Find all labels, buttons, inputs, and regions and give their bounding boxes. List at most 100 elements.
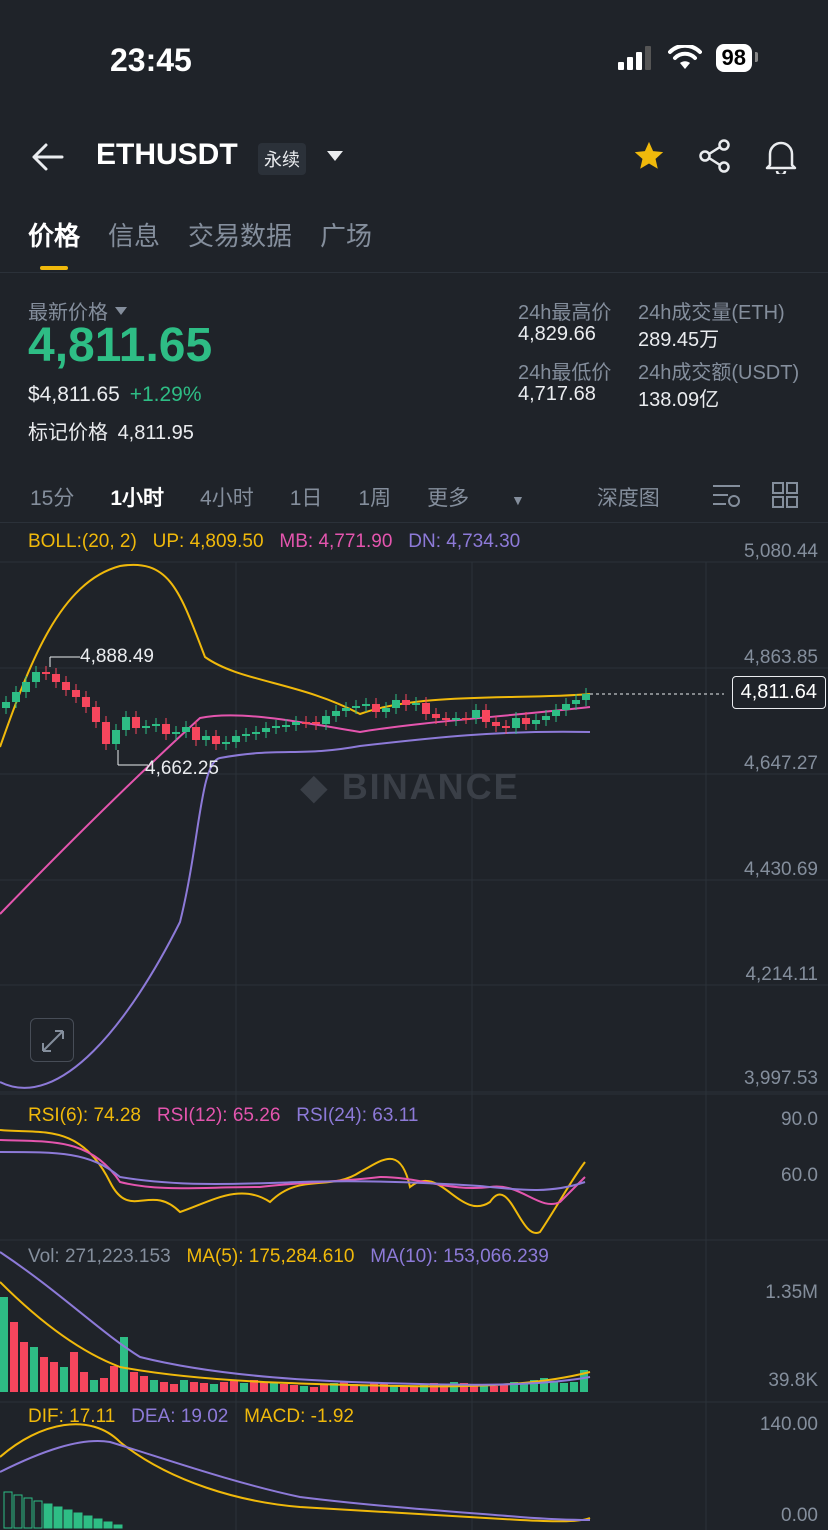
volume-bar	[80, 1372, 88, 1392]
volume-bar	[30, 1347, 38, 1392]
macd-histogram-bar	[73, 1512, 83, 1529]
low-marker-line	[117, 750, 148, 766]
candle-body	[62, 682, 70, 690]
candle-body	[252, 732, 260, 734]
volume-bar	[50, 1362, 58, 1392]
volume-bar	[200, 1383, 208, 1392]
price-axis-label: 4,863.85	[744, 647, 818, 668]
volume-bar	[230, 1381, 238, 1392]
macd-histogram-bar	[13, 1494, 23, 1529]
candle-body	[392, 700, 400, 708]
tab-trading-data[interactable]: 交易数据	[188, 216, 292, 253]
chevron-down-icon[interactable]	[326, 150, 344, 162]
candle-body	[562, 704, 570, 710]
high-marker-line	[49, 656, 80, 667]
volume-bar	[270, 1383, 278, 1392]
volume-bar	[240, 1383, 248, 1392]
interval-1w[interactable]: 1周	[358, 482, 391, 512]
candle-body	[262, 728, 270, 732]
candle-body	[362, 704, 370, 706]
status-time: 23:45	[110, 42, 192, 78]
candle-body	[462, 718, 470, 720]
candle-body	[582, 694, 590, 700]
candle-body	[122, 717, 130, 730]
last-price: 4,811.65	[28, 319, 213, 372]
layout-grid-icon[interactable]	[772, 482, 798, 508]
volume-bar	[210, 1384, 218, 1392]
price-axis-label: 4,214.11	[745, 964, 818, 985]
candle-body	[52, 674, 60, 682]
volume-bar	[570, 1382, 578, 1392]
candle-body	[352, 706, 360, 708]
price-axis-label: 3,997.53	[744, 1068, 818, 1089]
caret-down-icon	[115, 306, 127, 315]
mark-price-row: 标记价格 4,811.95	[28, 416, 194, 445]
candle-body	[412, 703, 420, 705]
volume-ma10-line	[0, 1251, 591, 1386]
interval-more[interactable]: 更多 ▼	[427, 482, 561, 512]
volume-legend: Vol: 271,223.153 MA(5): 175,284.610 MA(1…	[28, 1246, 549, 1268]
interval-15m[interactable]: 15分	[30, 482, 74, 512]
candle-body	[212, 736, 220, 744]
depth-chart-tab[interactable]: 深度图	[597, 482, 660, 512]
volume-bar	[190, 1382, 198, 1392]
volume-bar	[90, 1380, 98, 1392]
interval-1h[interactable]: 1小时	[110, 482, 164, 512]
price-axis-label: 4,647.27	[744, 753, 818, 774]
high-value: 4,829.66	[518, 323, 596, 345]
pair-title[interactable]: ETHUSDT	[96, 138, 238, 172]
low-marker-label: 4,662.25	[145, 758, 219, 779]
candle-body	[22, 682, 30, 692]
volume-bar	[20, 1342, 28, 1392]
candle-body	[42, 672, 50, 674]
candle-body	[32, 672, 40, 682]
candle-body	[492, 722, 500, 726]
bell-icon[interactable]	[764, 138, 798, 174]
tab-underline	[40, 266, 68, 270]
candle-body	[12, 692, 20, 702]
kline-chart[interactable]	[0, 522, 828, 1530]
candle-body	[302, 722, 310, 724]
volume-bar	[150, 1380, 158, 1392]
volume-ma10: MA(10): 153,066.239	[370, 1246, 549, 1267]
volume-bar	[290, 1385, 298, 1392]
star-icon[interactable]	[632, 139, 666, 173]
interval-1d[interactable]: 1日	[290, 482, 323, 512]
macd-dea-line	[0, 1440, 591, 1521]
rsi-legend: RSI(6): 74.28 RSI(12): 65.26 RSI(24): 63…	[28, 1105, 418, 1127]
volume-bars	[0, 1251, 591, 1392]
macd-legend: DIF: 17.11 DEA: 19.02 MACD: -1.92	[28, 1406, 354, 1428]
candle-body	[82, 697, 90, 707]
macd-histogram-bar	[93, 1518, 103, 1529]
candle-body	[152, 724, 160, 726]
volume-bar	[310, 1387, 318, 1392]
volume-ma5: MA(5): 175,284.610	[186, 1246, 355, 1267]
low-label: 24h最低价	[518, 362, 612, 384]
price-change: +1.29%	[129, 383, 202, 406]
volume-value: Vol: 271,223.153	[28, 1246, 171, 1267]
candle-body	[372, 704, 380, 712]
candle-body	[472, 710, 480, 718]
candle-body	[272, 726, 280, 728]
volume-bar	[110, 1366, 118, 1392]
expand-chart-button[interactable]	[30, 1018, 74, 1062]
volume-bar	[10, 1322, 18, 1392]
macd-histogram-bar	[23, 1497, 33, 1529]
candle-body	[202, 736, 210, 740]
share-icon[interactable]	[698, 139, 732, 173]
tab-info[interactable]: 信息	[108, 216, 160, 253]
candle-body	[402, 700, 410, 705]
tab-square[interactable]: 广场	[320, 216, 372, 253]
price-axis-label: 4,430.69	[744, 859, 818, 880]
macd-histogram-bar	[43, 1503, 53, 1529]
rsi-axis-label: 90.0	[781, 1109, 818, 1130]
candle-body	[442, 718, 450, 720]
tab-price[interactable]: 价格	[28, 216, 80, 253]
signal-icon	[617, 46, 651, 70]
current-price-tag[interactable]: 4,811.64	[731, 676, 826, 709]
indicator-settings-icon[interactable]	[712, 483, 742, 509]
interval-4h[interactable]: 4小时	[200, 482, 254, 512]
candle-body	[172, 732, 180, 734]
back-arrow-icon[interactable]	[30, 142, 64, 172]
divider	[0, 272, 828, 273]
